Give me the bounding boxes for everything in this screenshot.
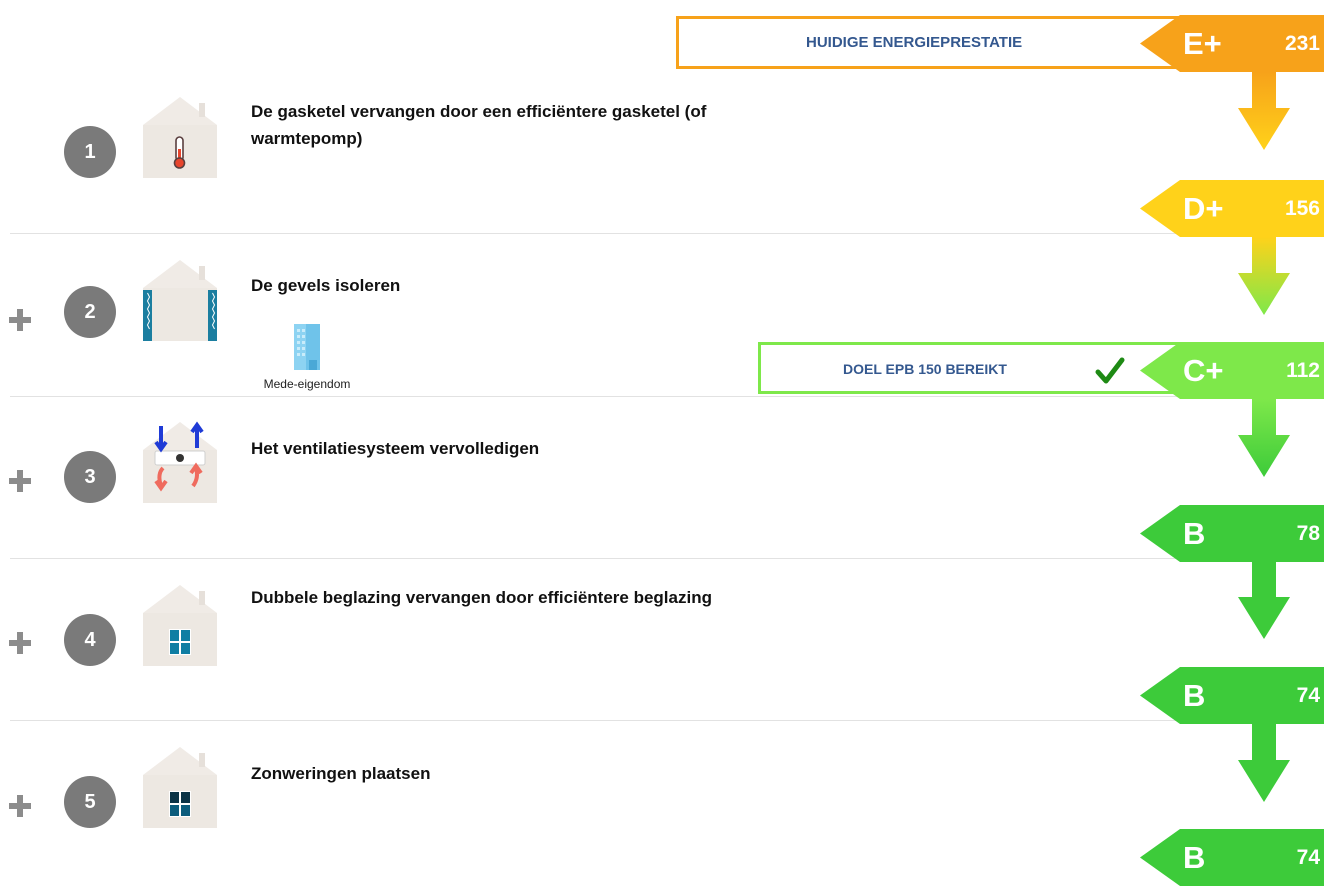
step-title: De gevels isoleren — [251, 276, 401, 295]
step-number: 4 — [64, 614, 116, 666]
co-ownership: Mede-eigendom — [252, 320, 362, 391]
energy-badge-step-5: B 74 — [1140, 829, 1324, 886]
energy-badge-step-1: D+ 156 — [1140, 180, 1324, 237]
down-arrow-icon — [1238, 399, 1290, 477]
energy-class: D+ — [1183, 191, 1224, 226]
check-icon — [1095, 357, 1125, 384]
step-number: 5 — [64, 776, 116, 828]
step-number: 2 — [64, 286, 116, 338]
energy-class: E+ — [1183, 26, 1222, 61]
step-title: Het ventilatiesysteem vervolledigen — [251, 439, 540, 458]
energy-class: B — [1183, 678, 1206, 713]
energy-value: 74 — [1296, 684, 1320, 707]
energy-class: B — [1183, 840, 1206, 875]
energy-class: C+ — [1183, 353, 1224, 388]
step-divider — [10, 720, 1324, 721]
plus-icon — [9, 309, 31, 331]
energy-value: 78 — [1296, 522, 1320, 545]
energy-value: 112 — [1286, 359, 1320, 382]
step-divider — [10, 396, 1324, 397]
energy-badge-current: E+ 231 — [1140, 15, 1324, 72]
energy-value: 231 — [1284, 32, 1320, 55]
window-glazing-icon — [141, 583, 219, 666]
step-number: 3 — [64, 451, 116, 503]
step-title: Zonweringen plaatsen — [251, 764, 431, 783]
facade-insulation-icon — [141, 258, 219, 341]
plus-icon — [9, 632, 31, 654]
down-arrow-icon — [1238, 72, 1290, 150]
plus-icon — [9, 470, 31, 492]
ventilation-icon — [141, 420, 219, 503]
step-title: De gasketel vervangen door een efficiënt… — [251, 102, 707, 148]
energy-badge-step-2: C+ 112 — [1140, 342, 1324, 399]
energy-badge-step-4: B 74 — [1140, 667, 1324, 724]
step-divider — [10, 233, 1324, 234]
sunshade-window-icon — [141, 745, 219, 828]
down-arrow-icon — [1238, 724, 1290, 802]
energy-class: B — [1183, 516, 1206, 551]
step-title: Dubbele beglazing vervangen door efficië… — [251, 588, 712, 607]
step-number: 1 — [64, 126, 116, 178]
down-arrow-icon — [1238, 561, 1290, 639]
building-icon — [294, 324, 320, 370]
plus-icon — [9, 795, 31, 817]
co-ownership-label: Mede-eigendom — [263, 377, 351, 391]
target-reached-label: DOEL EPB 150 BEREIKT — [843, 361, 1007, 377]
energy-badge-step-3: B 78 — [1140, 505, 1324, 562]
step-divider — [10, 558, 1324, 559]
energy-value: 74 — [1296, 846, 1320, 869]
down-arrow-icon — [1238, 237, 1290, 315]
energy-value: 156 — [1284, 197, 1320, 220]
thermometer-icon — [141, 95, 219, 178]
current-performance-label: HUIDIGE ENERGIEPRESTATIE — [806, 34, 1023, 51]
